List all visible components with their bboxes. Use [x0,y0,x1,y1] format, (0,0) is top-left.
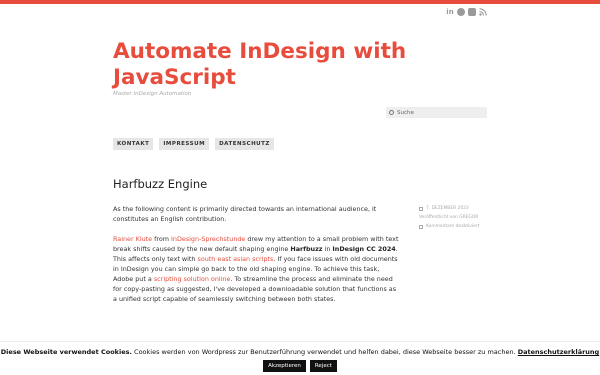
calendar-icon [419,206,423,211]
post-content: As the following content is primarily di… [113,204,399,314]
nav-item-datenschutz[interactable]: DATENSCHUTZ [215,138,274,150]
cookie-banner: Diese Webseite verwendet Cookies. Cookie… [0,341,600,375]
site-title[interactable]: Automate InDesign with JavaScript [113,39,413,91]
reject-button[interactable]: Reject [309,360,337,372]
social-links: in [446,8,487,16]
post-intro: As the following content is primarily di… [113,205,377,223]
youtube-icon[interactable] [468,8,476,16]
post-title[interactable]: Harfbuzz Engine [113,177,207,191]
text-fragment: from [152,235,172,243]
comment-icon [419,224,423,229]
post-date[interactable]: 7. DEZEMBER 2023 [426,204,469,213]
linkedin-icon[interactable]: in [446,8,454,16]
link-south-east-asian-scripts[interactable]: south east asian scripts [198,255,274,263]
post-meta: 7. DEZEMBER 2023 Veröffentlicht von GREG… [419,204,499,231]
link-indesign-sprechstunde[interactable]: InDesign-Sprechstunde [171,235,245,243]
text-fragment: in [322,245,333,253]
search-box[interactable] [386,107,487,118]
github-icon[interactable] [457,8,465,16]
top-accent-bar [0,0,600,4]
post-paragraph: Rainer Klute from InDesign-Sprechstunde … [113,234,399,304]
nav-item-kontakt[interactable]: KONTAKT [113,138,154,150]
search-input[interactable] [397,109,477,116]
cookie-message: Diese Webseite verwendet Cookies. Cookie… [0,348,600,356]
main-nav: KONTAKT IMPRESSUM DATENSCHUTZ [113,138,274,150]
search-icon [389,110,394,115]
post-date-row: 7. DEZEMBER 2023 [419,204,499,213]
privacy-link[interactable]: Datenschutzerklärung [518,348,599,356]
post-author[interactable]: Veröffentlicht von GREGOR [419,213,478,222]
bold-indesign-version: InDesign CC 2024 [332,245,396,253]
cookie-buttons: Akzeptieren Reject [0,360,600,372]
bold-harfbuzz: Harfbuzz [290,245,323,253]
post-comments: Kommentare deaktiviert [426,224,480,229]
cookie-bold: Diese Webseite verwendet Cookies. [0,348,132,356]
rss-icon[interactable] [479,8,487,16]
link-rainer-klute[interactable]: Rainer Klute [113,235,152,243]
nav-item-impressum[interactable]: IMPRESSUM [159,138,210,150]
link-scripting-solution[interactable]: scripting solution online [154,275,231,283]
post-comments-row: Kommentare deaktiviert [419,222,499,231]
accept-button[interactable]: Akzeptieren [263,360,306,372]
cookie-text: Cookies werden von Wordpress zur Benutze… [131,348,518,356]
post-author-row: Veröffentlicht von GREGOR [419,213,499,222]
site-tagline: Master InDesign Automation [113,91,192,97]
